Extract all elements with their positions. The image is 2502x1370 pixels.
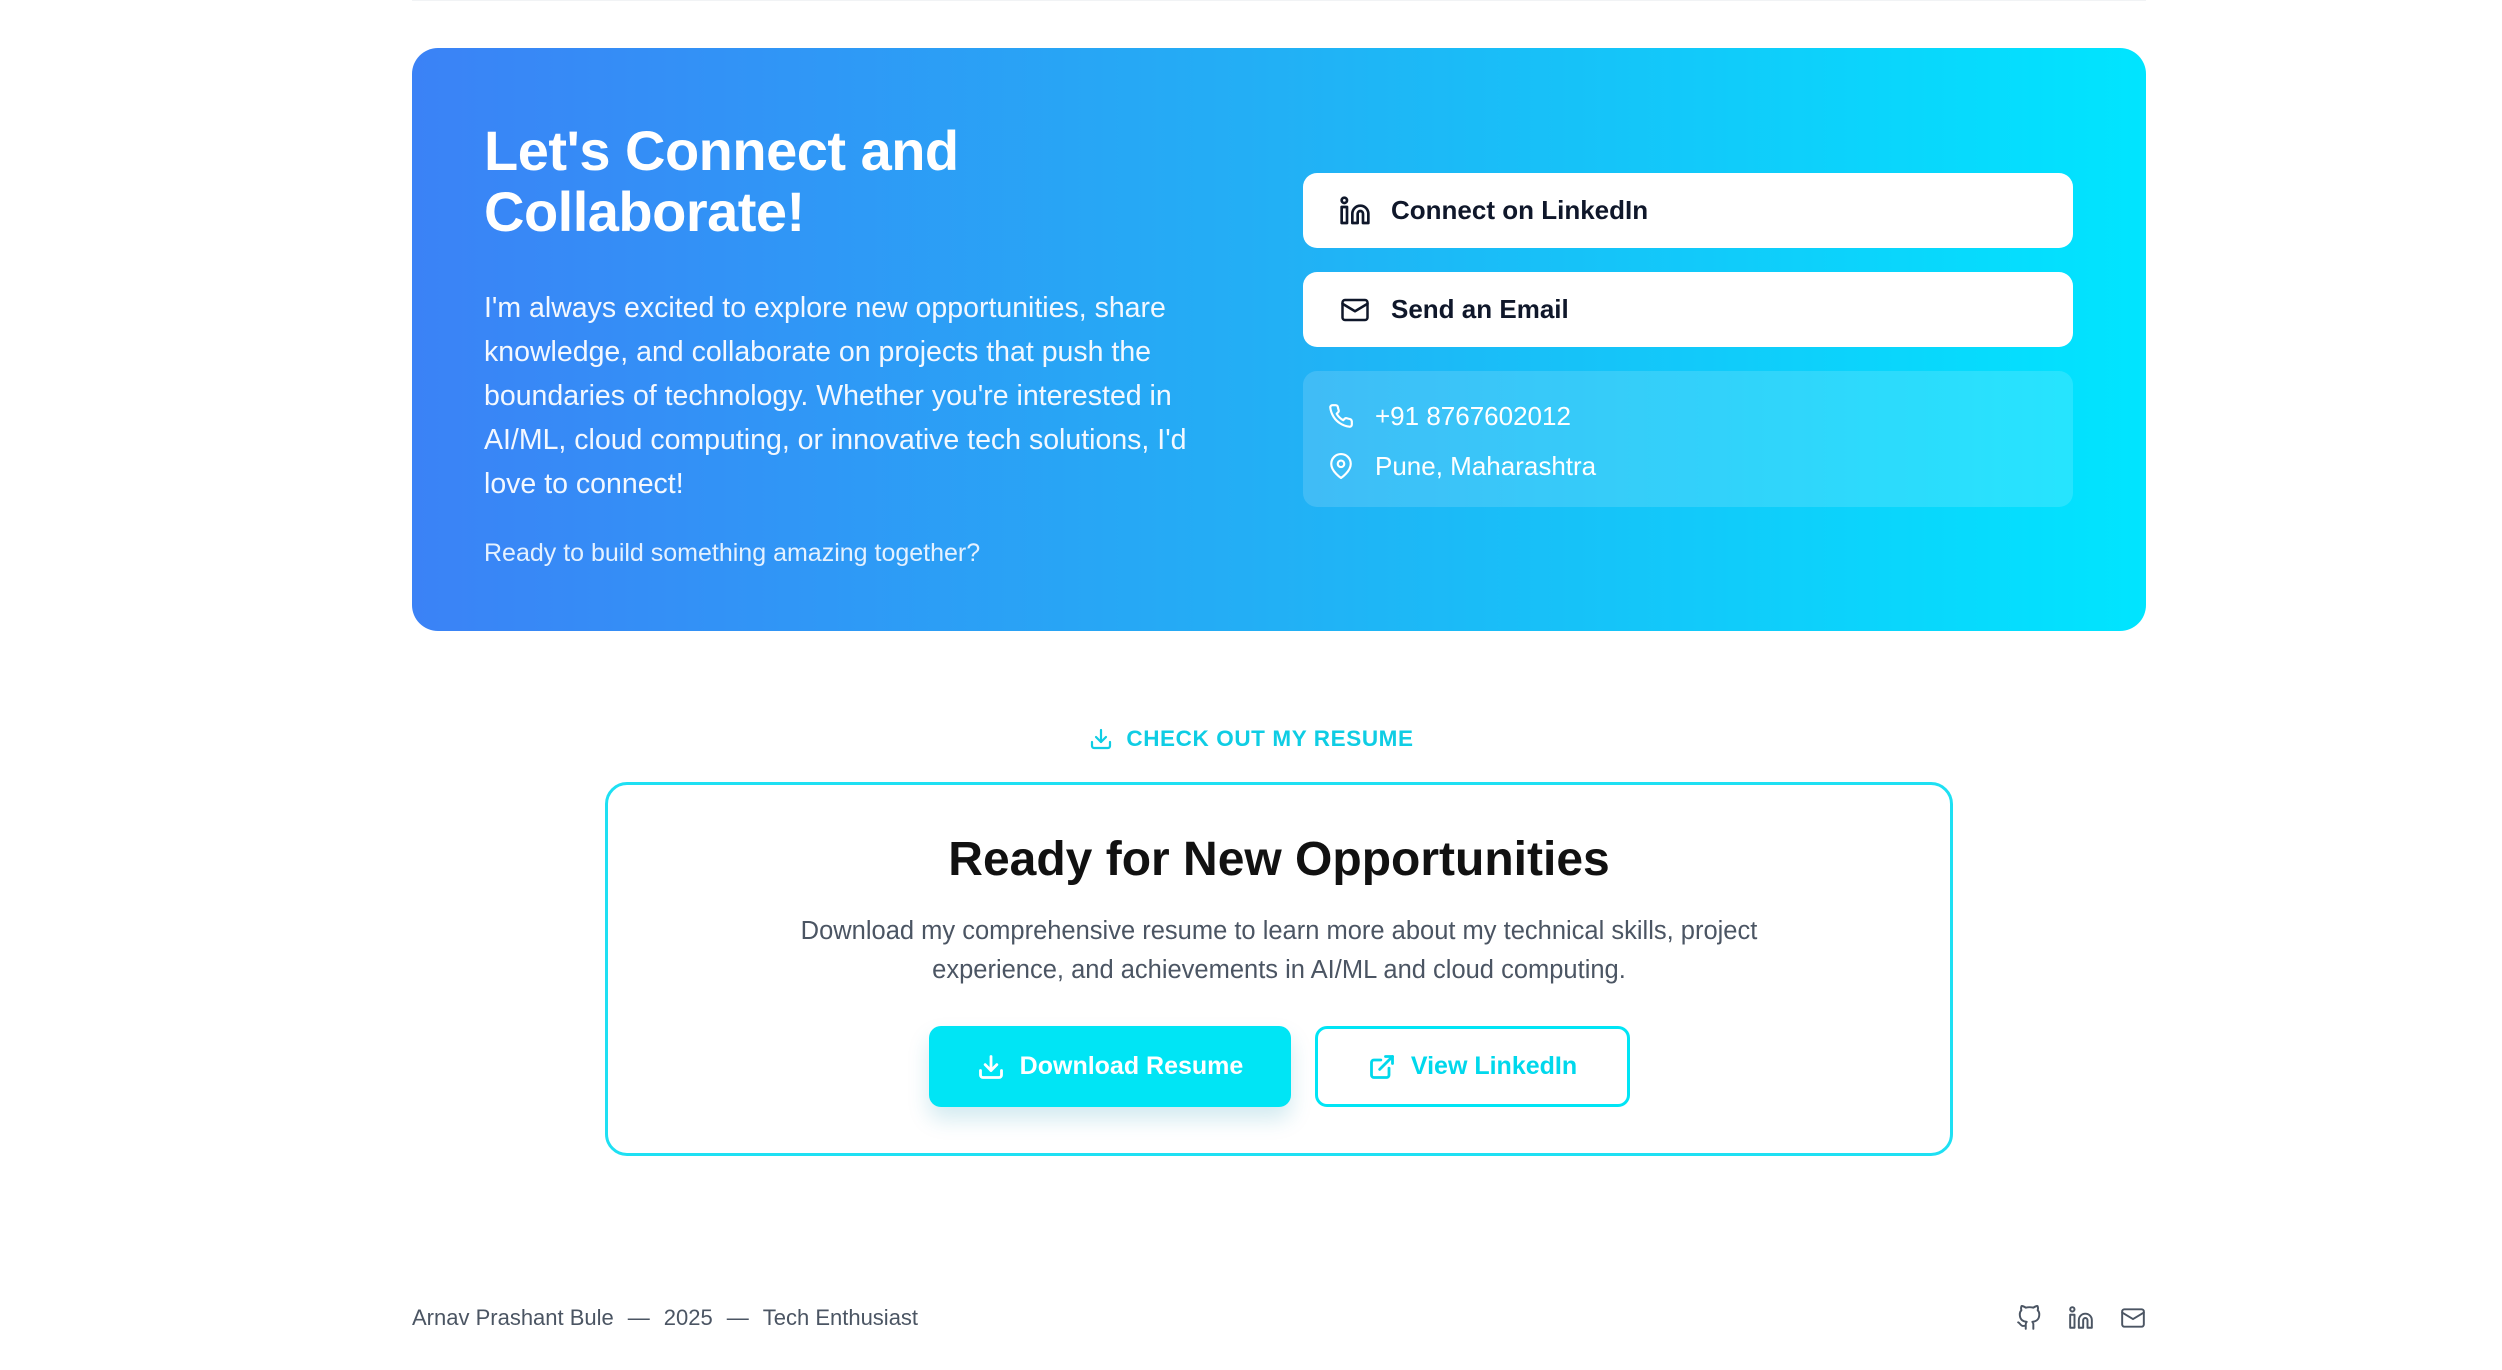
view-linkedin-button[interactable]: View LinkedIn [1314,1026,1630,1107]
phone-row: +91 8767602012 [1327,393,2073,439]
external-link-icon [1367,1052,1397,1082]
linkedin-icon [1339,195,1371,227]
footer: Arnav Prashant Bule — 2025 — Tech Enthus… [412,1300,2146,1336]
connect-linkedin-button[interactable]: Connect on LinkedIn [1303,173,2073,248]
mail-icon [1339,294,1371,326]
connect-title: Let's Connect and Collaborate! [484,119,959,243]
send-email-button[interactable]: Send an Email [1303,272,2073,347]
map-pin-icon [1327,452,1355,480]
resume-card: Ready for New Opportunities Download my … [605,782,1953,1156]
contact-info-box: +91 8767602012 Pune, Maharashtra [1303,371,2073,507]
send-email-label: Send an Email [1391,294,1569,324]
download-resume-label: Download Resume [1019,1052,1244,1080]
connect-card: Let's Connect and Collaborate! I'm alway… [412,48,2146,631]
phone-icon [1327,402,1355,430]
connect-tagline: Ready to build something amazing togethe… [484,539,981,567]
resume-eyebrow-label: CHECK OUT MY RESUME [1126,726,1414,751]
resume-actions: Download Resume View LinkedIn [608,1026,1950,1107]
connect-linkedin-label: Connect on LinkedIn [1391,195,1649,225]
footer-name: Arnav Prashant Bule [412,1305,614,1330]
location-row: Pune, Maharashtra [1327,443,2073,489]
top-divider [412,0,2146,1]
location-text: Pune, Maharashtra [1375,450,1597,481]
resume-description: Download my comprehensive resume to lear… [800,917,1758,984]
footer-separator: — [627,1305,650,1330]
connect-actions: Connect on LinkedIn Send an Email +91 87… [1303,173,2073,507]
github-icon[interactable] [2016,1305,2042,1331]
resume-eyebrow: CHECK OUT MY RESUME [0,726,2502,752]
linkedin-icon[interactable] [2068,1305,2094,1331]
mail-icon[interactable] [2120,1305,2146,1331]
download-icon [976,1052,1006,1082]
resume-title: Ready for New Opportunities [948,833,1610,886]
footer-role: Tech Enthusiast [762,1305,919,1330]
download-icon [1088,726,1114,752]
connect-text-column: Let's Connect and Collaborate! I'm alway… [484,120,1224,570]
footer-separator: — [726,1305,749,1330]
footer-credits: Arnav Prashant Bule — 2025 — Tech Enthus… [412,1305,918,1331]
phone-number: +91 8767602012 [1375,400,1571,431]
footer-year: 2025 [663,1305,713,1330]
footer-social-links [2016,1305,2146,1331]
view-linkedin-label: View LinkedIn [1410,1052,1578,1080]
connect-description: I'm always excited to explore new opport… [484,292,1187,500]
download-resume-button[interactable]: Download Resume [928,1026,1291,1107]
